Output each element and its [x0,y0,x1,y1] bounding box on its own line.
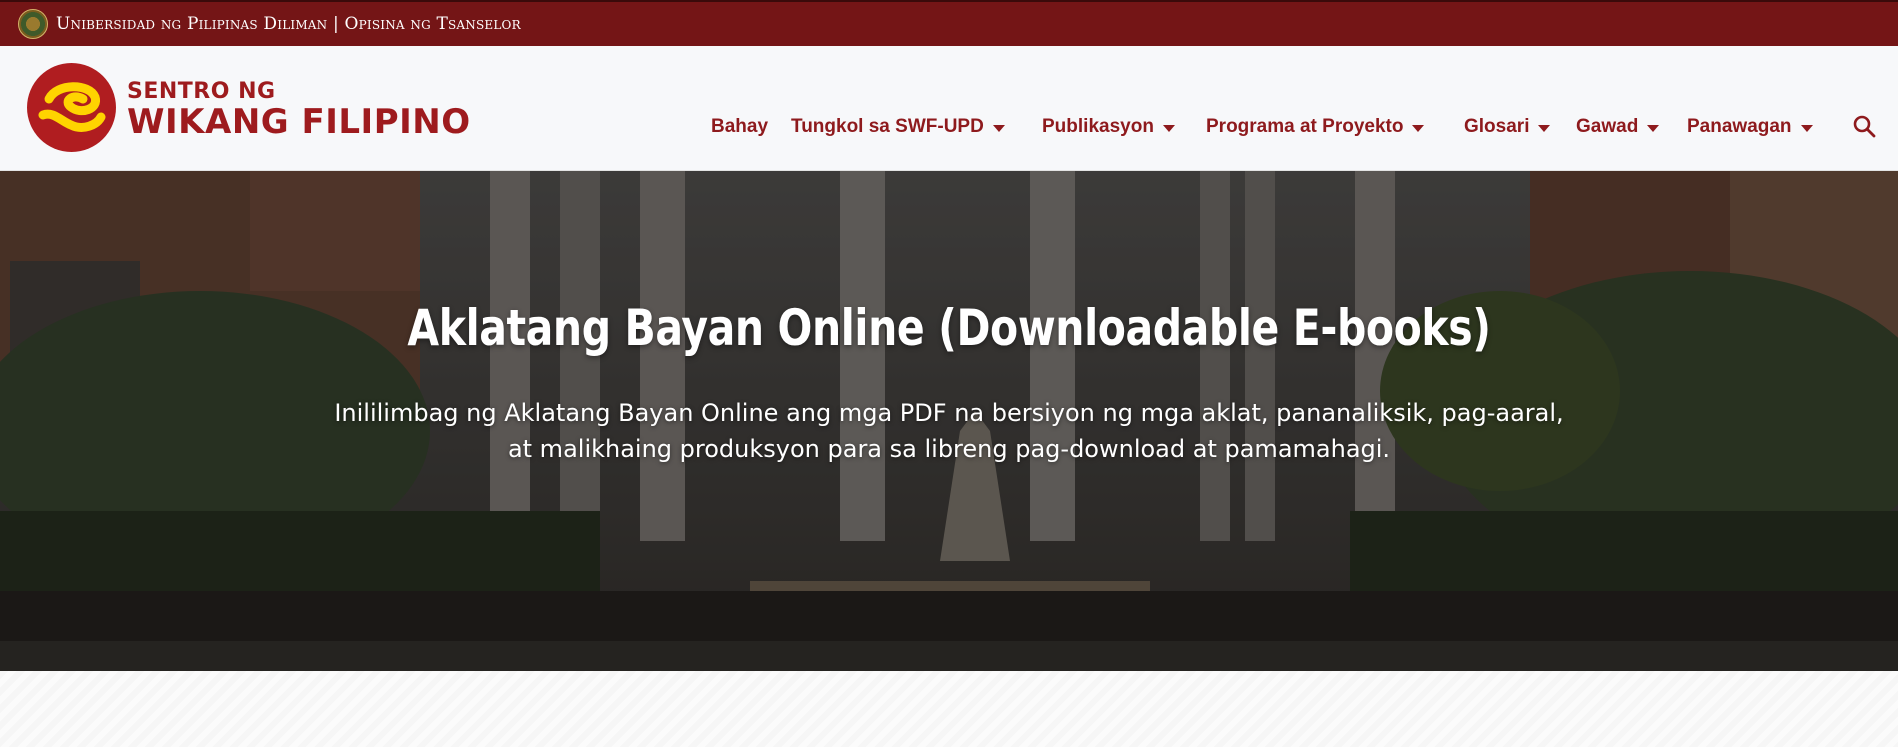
nav-label: Publikasyon [1042,116,1154,137]
nav-item-programa[interactable]: Programa at Proyekto [1206,112,1425,142]
up-seal-icon [18,9,48,39]
caret-down-icon [1647,124,1660,132]
hero-subtitle-line-2: at malikhaing produksyon para sa libreng… [507,435,1391,463]
nav-item-glosari[interactable]: Glosari [1464,112,1551,142]
nav-item-bahay[interactable]: Bahay [711,112,768,142]
nav-label: Bahay [711,116,769,137]
search-icon[interactable] [1852,114,1876,138]
caret-down-icon [1412,124,1425,132]
nav-item-tungkol[interactable]: Tungkol sa SWF-UPD [791,112,1005,142]
nav-label: Gawad [1576,116,1639,137]
nav-label: Panawagan [1687,116,1792,137]
caret-down-icon [992,124,1005,132]
main-nav: Bahay Tungkol sa SWF-UPD Publikasyon Pro… [0,112,1898,142]
nav-label: Programa at Proyekto [1206,116,1404,137]
caret-down-icon [1538,124,1551,132]
hero-subtitle-line-1: Inililimbag ng Aklatang Bayan Online ang… [334,399,1564,427]
logo-top-text[interactable]: SENTRO NG [127,79,276,104]
university-topbar: Unibersidad ng Pilipinas Diliman | Opisi… [0,0,1898,46]
site-header: SENTRO NG WIKANG FILIPINO [0,46,1898,171]
caret-down-icon [1800,124,1813,132]
hero-banner: Aklatang Bayan Online (Downloadable E-bo… [0,171,1898,671]
nav-item-gawad[interactable]: Gawad [1576,112,1660,142]
page-content-area [0,671,1898,747]
hero-subtitle: Inililimbag ng Aklatang Bayan Online ang… [320,395,1578,467]
hero-title: Aklatang Bayan Online (Downloadable E-bo… [407,299,1491,357]
nav-label: Glosari [1464,116,1530,137]
caret-down-icon [1162,124,1175,132]
topbar-text[interactable]: Unibersidad ng Pilipinas Diliman | Opisi… [56,14,521,34]
nav-item-publikasyon[interactable]: Publikasyon [1042,112,1175,142]
nav-label: Tungkol sa SWF-UPD [791,116,984,137]
nav-item-panawagan[interactable]: Panawagan [1687,112,1813,142]
